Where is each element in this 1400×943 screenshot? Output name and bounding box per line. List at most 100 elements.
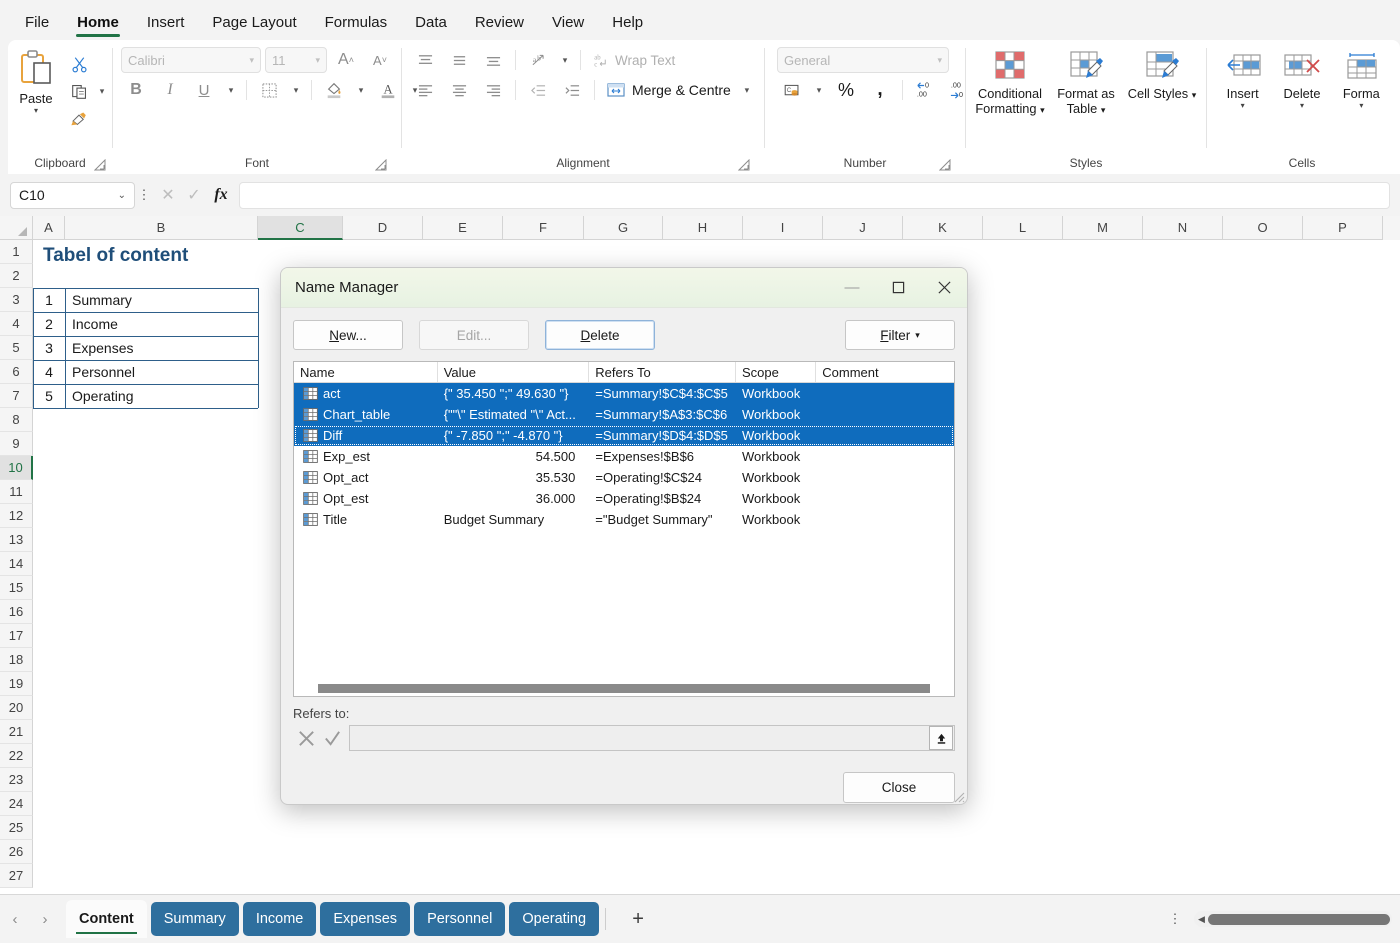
wrap-text-button[interactable]: ab c Wrap Text bbox=[592, 52, 675, 69]
row-header-6[interactable]: 6 bbox=[0, 360, 33, 384]
row-header-12[interactable]: 12 bbox=[0, 504, 33, 528]
row-header-22[interactable]: 22 bbox=[0, 744, 33, 768]
column-header-G[interactable]: G bbox=[584, 216, 663, 240]
column-header-F[interactable]: F bbox=[503, 216, 584, 240]
bold-button[interactable]: B bbox=[121, 76, 151, 104]
cell-A4[interactable]: 2 bbox=[33, 312, 65, 336]
row-header-27[interactable]: 27 bbox=[0, 864, 33, 888]
row-header-10[interactable]: 10 bbox=[0, 456, 33, 480]
row-header-8[interactable]: 8 bbox=[0, 408, 33, 432]
alignment-dialog-launcher-icon[interactable] bbox=[738, 159, 750, 171]
cell-A3[interactable]: 1 bbox=[33, 288, 65, 312]
formula-input[interactable] bbox=[239, 181, 1390, 209]
name-row[interactable]: Exp_est 54.500 =Expenses!$B$6 Workbook bbox=[294, 446, 954, 467]
sheet-tab-income[interactable]: Income bbox=[242, 902, 317, 936]
orientation-button[interactable]: a b bbox=[523, 46, 553, 74]
cell-styles-button[interactable]: Cell Styles ▾ bbox=[1124, 45, 1200, 103]
column-header-M[interactable]: M bbox=[1063, 216, 1143, 240]
sheet-tab-personnel[interactable]: Personnel bbox=[414, 902, 506, 936]
refers-to-input[interactable] bbox=[349, 725, 955, 751]
ribbon-tab-page-layout[interactable]: Page Layout bbox=[199, 8, 309, 35]
hscroll-thumb[interactable] bbox=[1208, 913, 1390, 925]
row-header-7[interactable]: 7 bbox=[0, 384, 33, 408]
font-size-combo[interactable]: 11 ▾ bbox=[265, 47, 327, 73]
collapse-dialog-icon[interactable] bbox=[929, 726, 953, 750]
insert-cells-button[interactable]: Insert ▾ bbox=[1213, 45, 1272, 110]
names-list-hscrollbar[interactable] bbox=[296, 684, 952, 693]
ribbon-tab-insert[interactable]: Insert bbox=[134, 8, 198, 35]
font-name-combo[interactable]: Calibri ▾ bbox=[121, 47, 261, 73]
format-cells-button[interactable]: Forma ▾ bbox=[1332, 45, 1391, 110]
row-header-13[interactable]: 13 bbox=[0, 528, 33, 552]
column-header-A[interactable]: A bbox=[33, 216, 65, 240]
cancel-entry-button[interactable]: ✕ bbox=[155, 182, 181, 208]
prev-sheet-icon[interactable]: ‹ bbox=[0, 904, 30, 934]
row-header-20[interactable]: 20 bbox=[0, 696, 33, 720]
column-header-C[interactable]: C bbox=[258, 216, 343, 240]
increase-font-size-button[interactable]: A ˄ bbox=[331, 46, 361, 74]
column-header-K[interactable]: K bbox=[903, 216, 983, 240]
clipboard-dialog-launcher-icon[interactable] bbox=[94, 159, 106, 171]
row-header-24[interactable]: 24 bbox=[0, 792, 33, 816]
add-sheet-icon[interactable]: + bbox=[622, 903, 654, 935]
cell-styles-chevron-down-icon[interactable]: ▾ bbox=[1192, 90, 1197, 100]
select-all-corner[interactable] bbox=[0, 216, 33, 240]
row-header-2[interactable]: 2 bbox=[0, 264, 33, 288]
number-format-combo[interactable]: General ▾ bbox=[777, 47, 949, 73]
column-header-H[interactable]: H bbox=[663, 216, 743, 240]
sheet-tab-content[interactable]: Content bbox=[66, 900, 147, 938]
fill-color-chevron-down-icon[interactable]: ▾ bbox=[353, 76, 369, 104]
horizontal-scrollbar[interactable]: ◀ bbox=[1194, 911, 1392, 927]
names-listbox[interactable]: Name Value Refers To Scope Comment act {"… bbox=[293, 361, 955, 697]
column-header-D[interactable]: D bbox=[343, 216, 423, 240]
names-list-hscroll-thumb[interactable] bbox=[318, 684, 930, 693]
ribbon-tab-formulas[interactable]: Formulas bbox=[312, 8, 401, 35]
number-dialog-launcher-icon[interactable] bbox=[939, 159, 951, 171]
ribbon-tab-view[interactable]: View bbox=[539, 8, 597, 35]
row-header-26[interactable]: 26 bbox=[0, 840, 33, 864]
row-header-9[interactable]: 9 bbox=[0, 432, 33, 456]
conditional-formatting-button[interactable]: Conditional Formatting ▾ bbox=[972, 45, 1048, 118]
row-header-23[interactable]: 23 bbox=[0, 768, 33, 792]
merge-chevron-down-icon[interactable]: ▾ bbox=[739, 76, 755, 104]
more-options-icon[interactable]: ⋮ bbox=[1166, 912, 1184, 925]
cell-B4[interactable]: Income bbox=[72, 312, 118, 336]
decrease-indent-button[interactable] bbox=[523, 76, 553, 104]
orientation-chevron-down-icon[interactable]: ▾ bbox=[557, 46, 573, 74]
sheet-tab-operating[interactable]: Operating bbox=[509, 902, 600, 936]
paste-button[interactable]: Paste ▾ bbox=[8, 45, 64, 115]
column-header-I[interactable]: I bbox=[743, 216, 823, 240]
increase-indent-button[interactable] bbox=[557, 76, 587, 104]
conditional-formatting-chevron-down-icon[interactable]: ▾ bbox=[1040, 105, 1045, 115]
row-header-5[interactable]: 5 bbox=[0, 336, 33, 360]
percent-style-button[interactable]: % bbox=[831, 76, 861, 104]
copy-chevron-down-icon[interactable]: ▾ bbox=[94, 77, 110, 105]
scroll-left-icon[interactable]: ◀ bbox=[1198, 914, 1205, 925]
next-sheet-icon[interactable]: › bbox=[30, 904, 60, 934]
refers-to-confirm-icon[interactable] bbox=[319, 725, 345, 751]
ribbon-tab-help[interactable]: Help bbox=[599, 8, 656, 35]
column-header-name[interactable]: Name bbox=[294, 362, 438, 382]
column-header-L[interactable]: L bbox=[983, 216, 1063, 240]
copy-button[interactable] bbox=[64, 77, 94, 105]
new-name-button[interactable]: New... bbox=[293, 320, 403, 350]
font-dialog-launcher-icon[interactable] bbox=[375, 159, 387, 171]
column-header-comment[interactable]: Comment bbox=[816, 362, 954, 382]
format-chevron-down-icon[interactable]: ▾ bbox=[1359, 102, 1363, 110]
underline-chevron-down-icon[interactable]: ▾ bbox=[223, 76, 239, 104]
column-header-scope[interactable]: Scope bbox=[736, 362, 817, 382]
delete-chevron-down-icon[interactable]: ▾ bbox=[1300, 102, 1304, 110]
cell-B6[interactable]: Personnel bbox=[72, 360, 135, 384]
ribbon-tab-home[interactable]: Home bbox=[64, 8, 132, 37]
row-header-16[interactable]: 16 bbox=[0, 600, 33, 624]
cell-A5[interactable]: 3 bbox=[33, 336, 65, 360]
close-icon[interactable] bbox=[921, 268, 967, 308]
formula-bar-more-icon[interactable]: ⋮ bbox=[135, 188, 153, 201]
row-header-17[interactable]: 17 bbox=[0, 624, 33, 648]
accounting-format-button[interactable]: C bbox=[777, 76, 807, 104]
confirm-entry-button[interactable]: ✓ bbox=[181, 182, 207, 208]
name-row[interactable]: Title Budget Summary ="Budget Summary" Work… bbox=[294, 509, 954, 530]
row-header-18[interactable]: 18 bbox=[0, 648, 33, 672]
name-row[interactable]: Opt_act 35.530 =Operating!$C$24 Workbook bbox=[294, 467, 954, 488]
filter-button[interactable]: Filter ▾ bbox=[845, 320, 955, 350]
